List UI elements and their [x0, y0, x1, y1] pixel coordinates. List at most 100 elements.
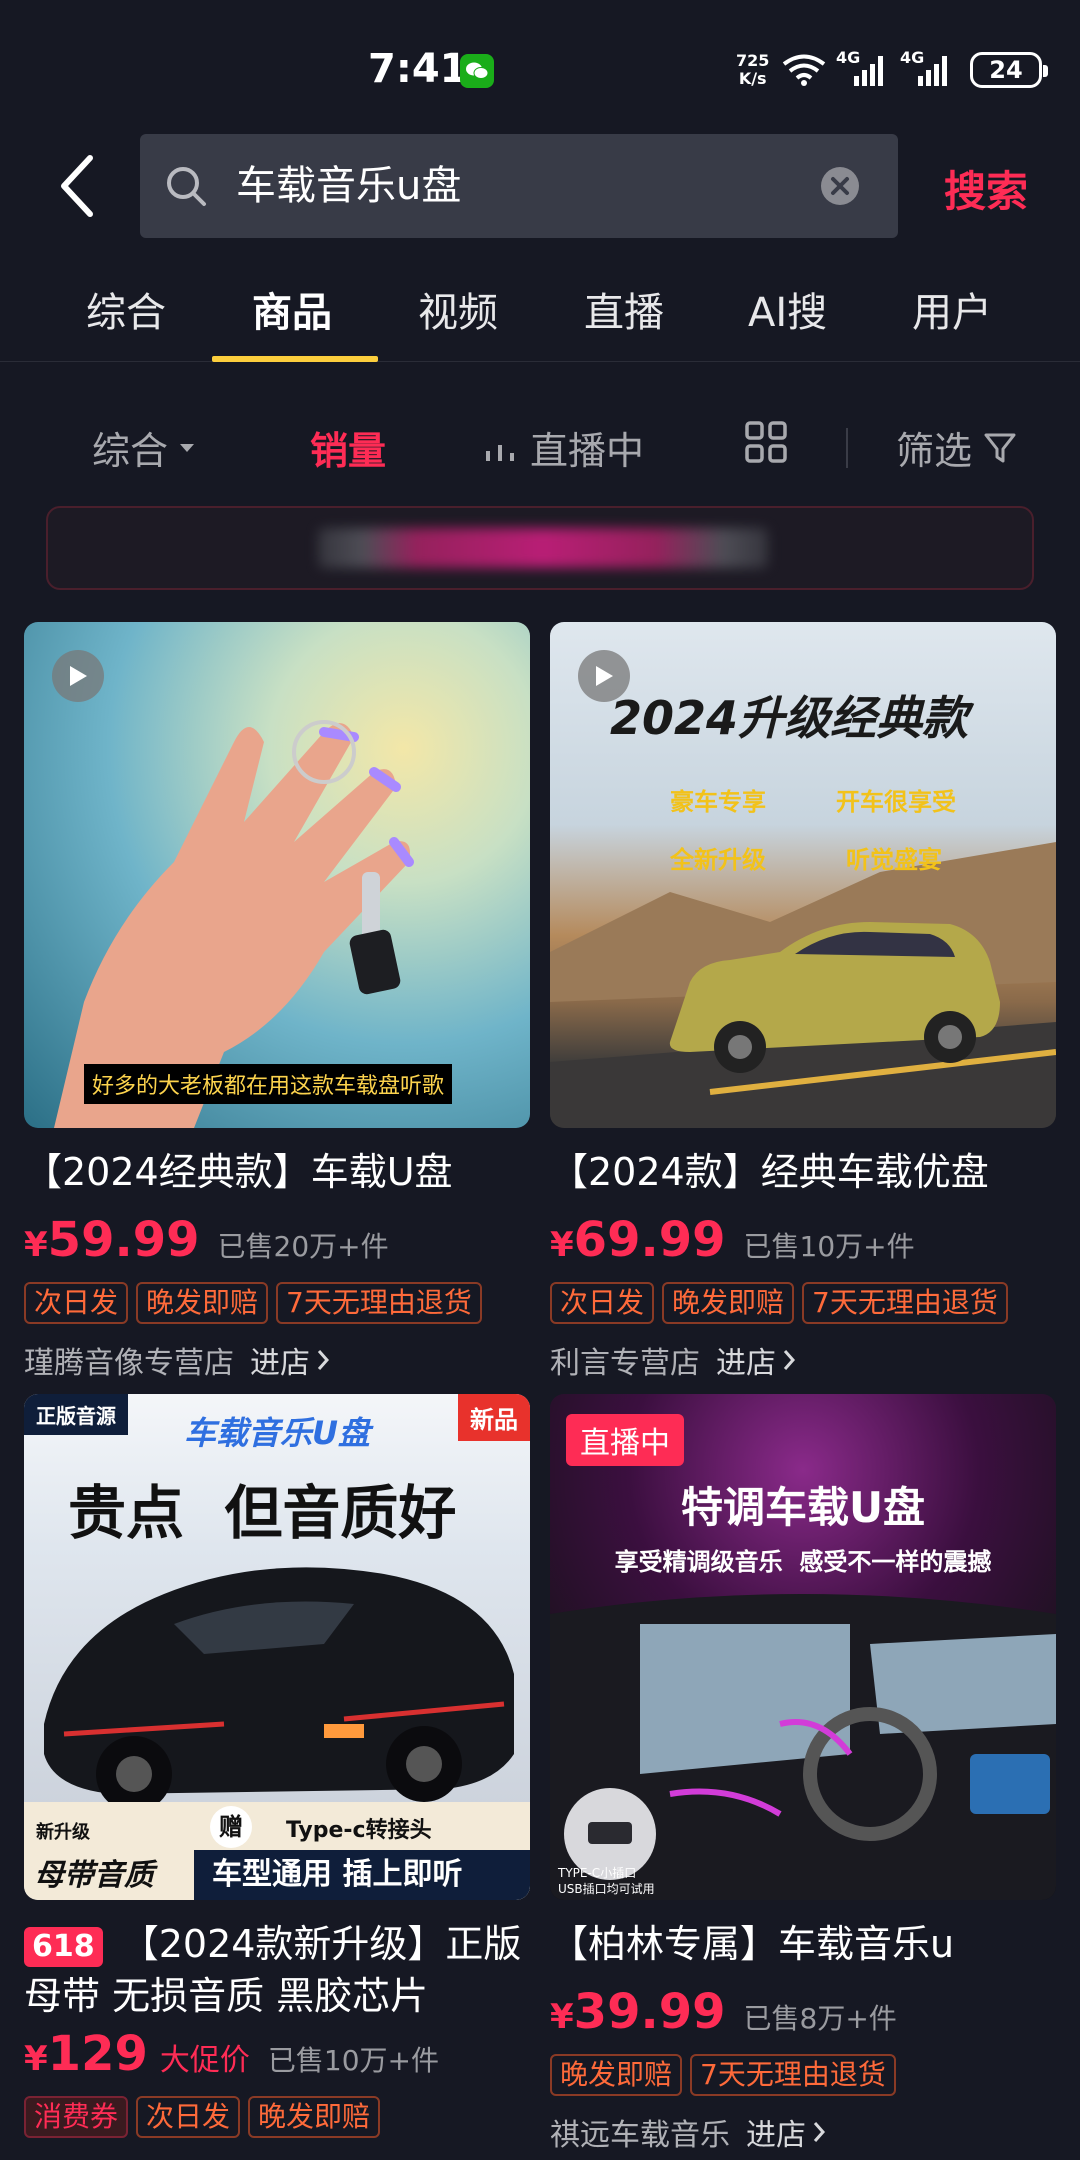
price-row: ¥129 大促价 已售10万+件: [24, 2026, 530, 2086]
shop-name: 利言专营店: [550, 1346, 700, 1381]
price-value: 39.99: [573, 1984, 726, 2040]
tab-overall[interactable]: 综合: [86, 280, 166, 338]
blurred-banner-text: [318, 528, 768, 568]
search-icon: [167, 167, 206, 206]
service-tag: 7天无理由退货: [802, 1282, 1008, 1324]
product-image[interactable]: 2024升级经典款 豪车专享 开车很享受 全新升级 听觉盛宴: [550, 622, 1056, 1128]
product-price: ¥69.99: [550, 1212, 726, 1268]
chevron-right-icon: [813, 2122, 826, 2142]
live-filter-label: 直播中: [530, 429, 645, 473]
footer-small-text: 新升级: [36, 1822, 90, 1843]
product-card[interactable]: 好多的大老板都在用这款车载盘听歌 【2024经典款】车载U盘 ¥59.99 已售…: [24, 622, 530, 1382]
price-row: ¥69.99 已售10万+件: [550, 1212, 1056, 1272]
service-tag: 次日发: [24, 1282, 129, 1324]
chevron-right-icon: [317, 1350, 330, 1370]
product-price: ¥129: [24, 2026, 148, 2082]
gift-badge: 赠: [210, 1806, 252, 1848]
service-tag: 7天无理由退货: [276, 1282, 482, 1324]
gift-text: Type-c转接头: [286, 1818, 432, 1843]
image-heading: 特调车载U盘: [680, 1483, 926, 1532]
image-point: 全新升级: [670, 846, 766, 874]
service-tag: 次日发: [136, 2096, 241, 2138]
footer-right-banner: 车型通用 插上即听: [194, 1850, 530, 1900]
product-image[interactable]: 好多的大老板都在用这款车载盘听歌: [24, 622, 530, 1128]
enter-shop-link[interactable]: 进店: [250, 1338, 330, 1382]
grid-view-toggle[interactable]: [744, 420, 788, 464]
product-title: 【2024款】经典车载优盘: [550, 1150, 989, 1194]
sold-count: 已售8万+件: [743, 2002, 897, 2035]
service-tags: 消费券 次日发 晚发即赔: [24, 2096, 530, 2138]
tab-ai-search[interactable]: AI搜: [748, 280, 827, 338]
price-row: ¥39.99 已售8万+件: [550, 1984, 1056, 2044]
sold-count: 已售10万+件: [743, 1230, 915, 1263]
search-button[interactable]: 搜索: [944, 158, 1028, 219]
price-value: 69.99: [573, 1212, 726, 1268]
enter-shop-label: 进店: [250, 1346, 310, 1381]
price-row: ¥59.99 已售20万+件: [24, 1212, 530, 1272]
sort-default-label: 综合: [92, 429, 169, 473]
tab-products[interactable]: 商品: [252, 280, 332, 338]
image-heading: 2024升级经典款: [610, 691, 969, 745]
product-title: 【柏林专属】车载音乐u: [550, 1922, 955, 1966]
chevron-left-icon: [61, 155, 93, 217]
wechat-notification-icon: [460, 54, 494, 88]
shop-name: 祺远车载音乐: [550, 2118, 730, 2153]
enter-shop-label: 进店: [716, 1346, 776, 1381]
search-tabs: 综合 商品 视频 直播 AI搜 用户: [0, 262, 1080, 362]
sort-default-dropdown[interactable]: 综合: [92, 420, 196, 475]
search-input[interactable]: 车载音乐u盘: [140, 134, 898, 238]
usb-note-1: TYPE-C小插口: [558, 1866, 637, 1880]
image-point: 开车很享受: [836, 788, 956, 816]
filter-button[interactable]: 筛选: [896, 420, 1018, 475]
car-interior-illustration: [550, 1594, 1056, 1900]
clear-icon[interactable]: [820, 166, 860, 206]
live-bars-icon: [486, 444, 514, 461]
hand-keychain-illustration: [54, 720, 414, 1128]
product-image[interactable]: 正版音源 车载音乐U盘 新品 贵点 但音质好 新升级 母带音质 赠 Type-c…: [24, 1394, 530, 1900]
back-button[interactable]: [50, 150, 110, 222]
product-card[interactable]: 直播中 特调车载U盘 享受精调级音乐 感受不一样的震撼 TYPE-C小插口 US…: [550, 1394, 1056, 2154]
chevron-right-icon: [783, 1350, 796, 1370]
filter-bar: 综合 销量 直播中 筛选: [0, 410, 1080, 480]
tab-users[interactable]: 用户: [912, 280, 992, 338]
service-tags: 次日发 晚发即赔 7天无理由退货: [550, 1282, 1056, 1324]
promo-618-badge: 618: [24, 1926, 103, 1967]
shop-row[interactable]: 祺远车载音乐 进店: [550, 2110, 1056, 2154]
filter-divider: [846, 428, 848, 468]
service-tag: 晚发即赔: [136, 1282, 269, 1324]
image-subtitle: 享受精调级音乐 感受不一样的震撼: [614, 1548, 992, 1576]
usb-note-2: USB插口均可试用: [558, 1882, 655, 1896]
live-filter-button[interactable]: 直播中: [484, 420, 644, 475]
enter-shop-link[interactable]: 进店: [746, 2110, 826, 2154]
live-badge: 直播中: [566, 1414, 684, 1466]
shop-row[interactable]: 利言专营店 进店: [550, 1338, 1056, 1382]
product-title: 618 【2024款新升级】正版母带 无损音质 黑胶芯片: [24, 1918, 530, 2022]
coupon-tag: 消费券: [24, 2096, 129, 2138]
price-value: 129: [47, 2026, 148, 2082]
service-tags: 次日发 晚发即赔 7天无理由退货: [24, 1282, 530, 1324]
play-video-icon[interactable]: [52, 650, 104, 702]
search-query: 车载音乐u盘: [236, 163, 462, 209]
sort-sales-button[interactable]: 销量: [310, 420, 386, 475]
image-point: 听觉盛宴: [846, 846, 942, 874]
cell-signal-2-icon: 4G: [900, 48, 954, 88]
battery-icon: 24: [970, 52, 1048, 88]
enter-shop-link[interactable]: 进店: [716, 1338, 796, 1382]
service-tag: 晚发即赔: [248, 2096, 381, 2138]
shop-row[interactable]: 瑾腾音像专营店 进店: [24, 1338, 530, 1382]
tab-videos[interactable]: 视频: [418, 280, 498, 338]
net-speed-unit: K/s: [738, 69, 767, 88]
sold-count: 已售20万+件: [217, 1230, 389, 1263]
status-icons: 4G 4G 24: [782, 48, 1048, 88]
grid-icon: [745, 421, 787, 463]
image-point: 豪车专享: [670, 788, 766, 816]
ranking-banner[interactable]: [46, 506, 1034, 590]
product-price: ¥59.99: [24, 1212, 200, 1268]
product-card[interactable]: 正版音源 车载音乐U盘 新品 贵点 但音质好 新升级 母带音质 赠 Type-c…: [24, 1394, 530, 2138]
service-tag: 晚发即赔: [550, 2054, 683, 2096]
tab-live[interactable]: 直播: [584, 280, 664, 338]
wifi-icon: [782, 54, 826, 86]
product-image[interactable]: 直播中 特调车载U盘 享受精调级音乐 感受不一样的震撼 TYPE-C小插口 US…: [550, 1394, 1056, 1900]
net-speed-value: 725: [736, 51, 770, 70]
product-card[interactable]: 2024升级经典款 豪车专享 开车很享受 全新升级 听觉盛宴 【2024款】经典…: [550, 622, 1056, 1382]
